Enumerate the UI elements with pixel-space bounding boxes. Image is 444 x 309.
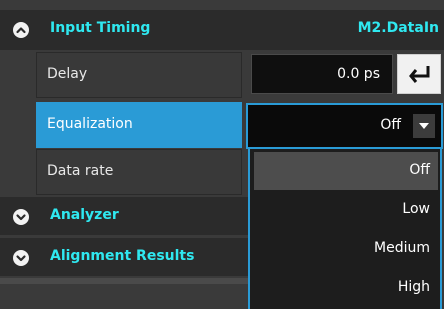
data-rate-label-cell: Data rate (36, 149, 242, 195)
dropdown-option-low[interactable]: Low (254, 191, 438, 229)
option-label: High (397, 279, 430, 295)
analyzer-header[interactable]: Analyzer (0, 197, 248, 235)
expand-chevron-down-icon[interactable] (13, 209, 29, 225)
equalization-label: Equalization (47, 116, 133, 132)
delay-input[interactable]: 0.0 ps (251, 54, 393, 94)
option-label: Off (409, 162, 430, 178)
delay-label: Delay (47, 66, 88, 82)
panel-divider (0, 278, 248, 284)
option-label: Medium (374, 240, 430, 256)
collapse-chevron-up-icon[interactable] (13, 22, 29, 38)
equalization-select[interactable]: Off (246, 103, 443, 149)
dropdown-option-off[interactable]: Off (254, 152, 438, 190)
data-rate-label: Data rate (47, 163, 114, 179)
expand-chevron-down-icon[interactable] (13, 250, 29, 266)
dropdown-triangle-down-icon[interactable] (413, 114, 435, 138)
delay-label-cell: Delay (36, 52, 242, 98)
equalization-dropdown-list[interactable]: Off Low Medium High (248, 149, 442, 309)
delay-enter-button[interactable] (397, 54, 441, 94)
alignment-results-title: Alignment Results (50, 248, 195, 264)
dropdown-option-high[interactable]: High (254, 269, 438, 307)
equalization-value: Off (380, 117, 401, 133)
dropdown-option-medium[interactable]: Medium (254, 230, 438, 268)
enter-return-icon (409, 66, 430, 83)
equalization-label-cell: Equalization (36, 102, 242, 148)
delay-value: 0.0 ps (337, 66, 380, 82)
input-timing-title: Input Timing (50, 20, 151, 36)
option-label: Low (402, 201, 430, 217)
input-timing-header[interactable]: Input Timing M2.DataIn (0, 10, 444, 50)
analyzer-title: Analyzer (50, 207, 119, 223)
row-gutter (242, 52, 248, 98)
alignment-results-header[interactable]: Alignment Results (0, 238, 248, 276)
input-timing-source: M2.DataIn (357, 20, 439, 36)
